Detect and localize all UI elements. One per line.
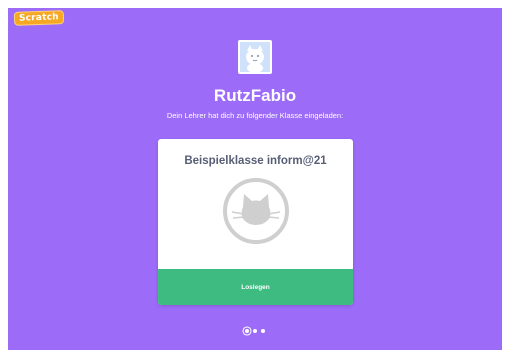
scratch-logo[interactable]: Scratch (13, 10, 65, 26)
step-dot-1[interactable] (245, 329, 249, 333)
welcome-screen: Scratch RutzFabio Dein Lehrer hat dich z… (8, 8, 502, 350)
step-dot-3[interactable] (261, 329, 265, 333)
class-card: Beispielklasse inform@21 Loslegen (158, 139, 353, 305)
class-name: Beispielklasse inform@21 (184, 155, 327, 167)
step-indicator (8, 325, 502, 337)
username-heading: RutzFabio (213, 86, 297, 105)
cat-icon (223, 178, 289, 244)
start-button[interactable]: Loslegen (158, 269, 353, 305)
class-image (222, 177, 290, 245)
step-dot-2[interactable] (253, 329, 257, 333)
invite-message: Dein Lehrer hat dich zu folgender Klasse… (166, 111, 344, 120)
user-avatar (238, 40, 272, 74)
cat-avatar-icon (240, 42, 270, 72)
